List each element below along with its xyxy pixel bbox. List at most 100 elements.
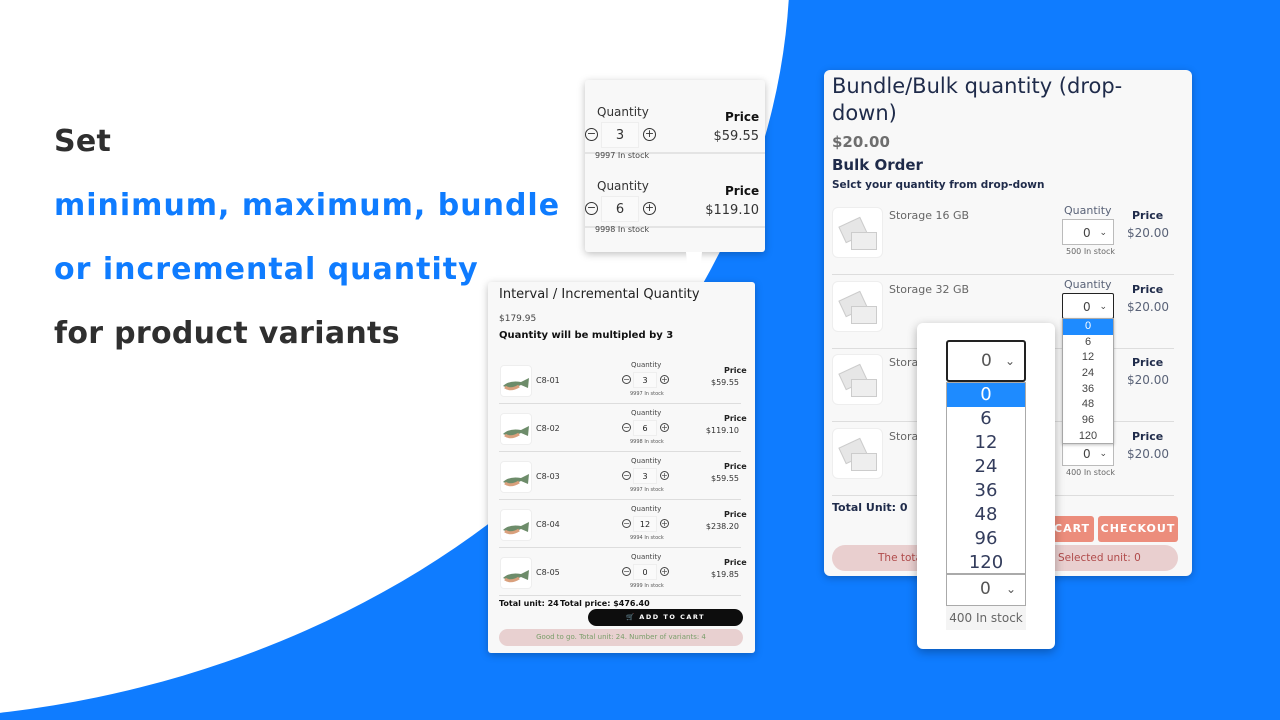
variant-row: Storage 16 GB Price $20.00 Quantity 0 ⌄ 500 In… (832, 202, 1174, 275)
quantity-input[interactable]: 12 (633, 516, 657, 532)
total-unit: Total unit: 24 (499, 599, 559, 608)
plus-icon[interactable]: + (660, 423, 669, 432)
variant-name: C8-01 (536, 376, 560, 385)
variant-name: C8-04 (536, 520, 560, 529)
total-unit: Total Unit: 0 (832, 501, 908, 514)
variant-row: C8-04 Quantity −12 +9994 In stock Price $238.… (499, 500, 747, 548)
dropdown-option[interactable]: 6 (1063, 335, 1113, 351)
price-label: Price (1132, 356, 1164, 369)
price-value: $59.55 (711, 474, 739, 483)
price-label: Price (724, 510, 747, 519)
quantity-input[interactable]: 0 (633, 564, 657, 580)
plus-icon[interactable]: + (660, 567, 669, 576)
dropdown-option[interactable]: 96 (1063, 413, 1113, 429)
price-value: $20.00 (1127, 299, 1169, 314)
checkout-button[interactable]: CHECKOUT (1098, 516, 1178, 542)
quantity-input[interactable]: 3 (633, 468, 657, 484)
minus-icon[interactable]: − (622, 375, 631, 384)
plus-icon[interactable]: + (660, 471, 669, 480)
variant-row: C8-05 Quantity −0 +9999 In stock Price $19.85 (499, 548, 747, 596)
minus-icon[interactable]: − (585, 202, 598, 215)
minus-icon[interactable]: − (622, 519, 631, 528)
price-value: $119.10 (705, 203, 759, 218)
dropdown-option[interactable]: 12 (1063, 350, 1113, 366)
dropdown-option[interactable]: 24 (947, 455, 1025, 479)
dropdown-option[interactable]: 48 (947, 503, 1025, 527)
selected-value: 0 (1083, 226, 1091, 240)
price-label: Price (725, 184, 760, 198)
add-to-cart-button[interactable]: CART (1050, 516, 1094, 542)
quantity-label: Quantity (631, 505, 662, 513)
fish-lure-image (500, 413, 532, 445)
dropdown-option[interactable]: 48 (1063, 397, 1113, 413)
quantity-input[interactable]: 3 (633, 372, 657, 388)
quantity-label: Quantity (631, 457, 662, 465)
dropdown-zoom-popup: 0 ⌄ 0 6 12 24 36 48 96 120 0 ⌄ 400 In stock (917, 323, 1055, 649)
dropdown-option[interactable]: 36 (1063, 382, 1113, 398)
dropdown-options-list[interactable]: 0 6 12 24 36 48 96 120 (946, 382, 1026, 574)
headline-line-1: Set (54, 124, 112, 159)
plus-icon[interactable]: + (660, 519, 669, 528)
price-label: Price (1132, 282, 1164, 296)
plus-icon[interactable]: + (660, 375, 669, 384)
minus-icon[interactable]: − (622, 423, 631, 432)
quantity-select-below[interactable]: 0 ⌄ (946, 574, 1026, 606)
quantity-label: Quantity (597, 105, 649, 119)
stock-text: 400 In stock (1066, 467, 1116, 477)
stock-text: 9994 In stock (630, 535, 664, 541)
variant-row: C8-03 Quantity −3 +9997 In stock Price $59.55 (499, 452, 747, 500)
card-subtitle: Quantity will be multipled by 3 (499, 330, 674, 341)
price-label: Price (724, 366, 747, 375)
plus-icon[interactable]: + (643, 128, 656, 141)
usb-card-image (832, 207, 883, 258)
quantity-select[interactable]: 0 ⌄ (1062, 292, 1114, 319)
price-value: $20.00 (1127, 226, 1169, 240)
dropdown-option[interactable]: 36 (947, 479, 1025, 503)
quantity-dropdown-list[interactable]: 0 6 12 24 36 48 96 120 (1062, 318, 1114, 444)
dropdown-option[interactable]: 24 (1063, 366, 1113, 382)
price-value: $19.85 (711, 570, 739, 579)
quantity-input[interactable]: 6 (633, 420, 657, 436)
dropdown-option[interactable]: 0 (1063, 319, 1113, 335)
quantity-label: Quantity (1064, 204, 1112, 217)
stock-text: 400 In stock (946, 606, 1026, 630)
quantity-input[interactable]: 3 (601, 122, 639, 148)
dropdown-option[interactable]: 120 (1063, 429, 1113, 445)
headline-line-3: or incremental quantity (54, 252, 479, 287)
selected-value: 0 (1083, 299, 1091, 314)
fish-lure-image (500, 365, 532, 397)
usb-card-image (832, 354, 883, 405)
card-subtitle: Bulk Order (832, 156, 923, 174)
variant-row: C8-01 Quantity −3 +9997 In stock Price $59.55 (499, 356, 747, 404)
dropdown-option[interactable]: 96 (947, 527, 1025, 551)
price-value: $119.10 (705, 426, 739, 435)
quantity-label: Quantity (1064, 277, 1112, 291)
minus-icon[interactable]: − (622, 471, 631, 480)
snippet-row: Quantity − 6 + 9998 In stock Price $119.… (585, 154, 765, 234)
price-value: $20.00 (1127, 446, 1169, 461)
price-label: Price (725, 110, 760, 124)
stock-text: 9997 In stock (630, 391, 664, 397)
quantity-select[interactable]: 0 ⌄ (1062, 219, 1114, 245)
status-message-right: Selected unit: 0 (1058, 552, 1141, 564)
dropdown-option[interactable]: 120 (947, 551, 1025, 575)
dropdown-option[interactable]: 12 (947, 431, 1025, 455)
variant-name: C8-05 (536, 568, 560, 577)
dropdown-option[interactable]: 6 (947, 407, 1025, 431)
plus-icon[interactable]: + (643, 202, 656, 215)
card-title: Interval / Incremental Quantity (499, 287, 700, 302)
minus-icon[interactable]: − (585, 128, 598, 141)
interval-quantity-card: Interval / Incremental Quantity $179.95 … (488, 282, 755, 653)
dropdown-option[interactable]: 0 (947, 383, 1025, 407)
add-to-cart-label: ADD TO CART (639, 613, 706, 621)
minus-icon[interactable]: − (622, 567, 631, 576)
price-label: Price (724, 558, 747, 567)
fish-lure-image (500, 509, 532, 541)
variant-name: Storage 32 GB (889, 282, 970, 296)
snippet-row: Quantity − 3 + 9997 In stock Price $59.5… (585, 80, 765, 160)
add-to-cart-button[interactable]: 🛒 ADD TO CART (588, 609, 743, 626)
usb-card-image (832, 427, 883, 479)
price-label: Price (1132, 429, 1164, 443)
quantity-input[interactable]: 6 (601, 196, 639, 222)
quantity-select[interactable]: 0 ⌄ (946, 340, 1026, 382)
